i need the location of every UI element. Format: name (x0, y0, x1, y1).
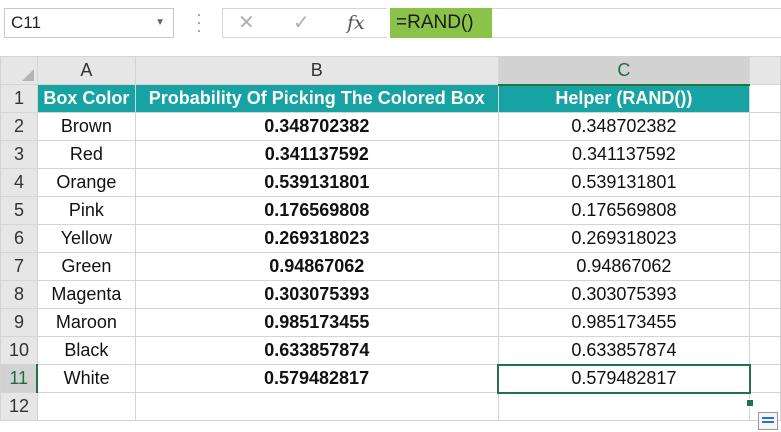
column-header-extra[interactable] (749, 56, 781, 85)
cell-helper[interactable]: 0.176569808 (497, 196, 751, 225)
cell-color[interactable]: Green (36, 252, 136, 281)
header-box-color[interactable]: Box Color (36, 84, 136, 113)
name-box-value: C11 (11, 13, 41, 32)
cell-probability[interactable]: 0.269318023 (134, 224, 499, 253)
cell[interactable] (497, 392, 751, 421)
row-header[interactable]: 10 (0, 336, 38, 365)
cell-color[interactable]: Magenta (36, 280, 136, 309)
cell-probability[interactable]: 0.176569808 (134, 196, 499, 225)
cell[interactable] (749, 224, 781, 253)
cell-color[interactable]: White (36, 364, 136, 393)
cell-color[interactable]: Maroon (36, 308, 136, 337)
column-header-c[interactable]: C (497, 56, 751, 86)
chevron-down-icon[interactable]: ▼ (155, 9, 165, 37)
cell-probability[interactable]: 0.633857874 (134, 336, 499, 365)
cell[interactable] (749, 168, 781, 197)
cell[interactable] (749, 84, 781, 113)
cell-color[interactable]: Pink (36, 196, 136, 225)
row-header-selected[interactable]: 11 (0, 364, 39, 393)
cell-probability[interactable]: 0.579482817 (134, 364, 499, 393)
cell-helper[interactable]: 0.348702382 (497, 112, 751, 141)
column-header-a[interactable]: A (36, 56, 136, 85)
enter-icon[interactable]: ✓ (293, 8, 310, 38)
row-header[interactable]: 7 (0, 252, 38, 281)
select-all-icon (21, 69, 34, 81)
row-header[interactable]: 12 (0, 392, 38, 421)
spreadsheet-grid: A B C 1 Box Color Probability Of Picking… (0, 56, 781, 421)
formula-input[interactable]: =RAND() (390, 8, 492, 38)
cell-color[interactable]: Red (36, 140, 136, 169)
row-header[interactable]: 6 (0, 224, 38, 253)
cell[interactable] (749, 196, 781, 225)
row-header[interactable]: 5 (0, 196, 38, 225)
column-header-b[interactable]: B (134, 56, 499, 85)
cell[interactable] (749, 308, 781, 337)
cell-color[interactable]: Black (36, 336, 136, 365)
cell-helper[interactable]: 0.303075393 (497, 280, 751, 309)
cell-probability[interactable]: 0.539131801 (134, 168, 499, 197)
select-all-corner[interactable] (0, 56, 38, 85)
cell-probability[interactable]: 0.94867062 (134, 252, 499, 281)
cell-probability[interactable]: 0.341137592 (134, 140, 499, 169)
header-helper[interactable]: Helper (RAND()) (497, 84, 751, 113)
quick-analysis-icon[interactable] (758, 412, 778, 430)
row-header[interactable]: 4 (0, 168, 38, 197)
cell[interactable] (36, 392, 136, 421)
cell-helper[interactable]: 0.269318023 (497, 224, 751, 253)
cell-color[interactable]: Yellow (36, 224, 136, 253)
cell-color[interactable]: Brown (36, 112, 136, 141)
cell[interactable] (749, 336, 781, 365)
cell[interactable] (749, 112, 781, 141)
cell-helper[interactable]: 0.539131801 (497, 168, 751, 197)
active-cell[interactable]: 0.579482817 (497, 363, 751, 394)
cell[interactable] (749, 140, 781, 169)
cell-helper[interactable]: 0.985173455 (497, 308, 751, 337)
cell-probability[interactable]: 0.303075393 (134, 280, 499, 309)
cell-probability[interactable]: 0.985173455 (134, 308, 499, 337)
row-header[interactable]: 9 (0, 308, 38, 337)
row-header[interactable]: 3 (0, 140, 38, 169)
cell-helper[interactable]: 0.341137592 (497, 140, 751, 169)
insert-function-icon[interactable]: fx (347, 8, 365, 38)
row-header[interactable]: 2 (0, 112, 38, 141)
row-header[interactable]: 1 (0, 84, 38, 113)
cell[interactable] (134, 392, 499, 421)
cell-probability[interactable]: 0.348702382 (134, 112, 499, 141)
formula-input-area[interactable] (492, 8, 781, 38)
row-header[interactable]: 8 (0, 280, 38, 309)
cancel-icon[interactable]: ✕ (238, 8, 255, 38)
cell[interactable] (749, 252, 781, 281)
cell[interactable] (749, 280, 781, 309)
cell-color[interactable]: Orange (36, 168, 136, 197)
formula-bar: C11 ▼ · · · ✕ ✓ fx =RAND() (0, 0, 781, 46)
cell-helper[interactable]: 0.633857874 (497, 336, 751, 365)
cell[interactable] (749, 364, 781, 393)
name-box[interactable]: C11 ▼ (4, 8, 174, 38)
header-probability[interactable]: Probability Of Picking The Colored Box (134, 84, 499, 113)
cell-helper[interactable]: 0.94867062 (497, 252, 751, 281)
fill-handle[interactable] (746, 399, 754, 407)
more-options-icon[interactable]: · · · (196, 5, 202, 39)
